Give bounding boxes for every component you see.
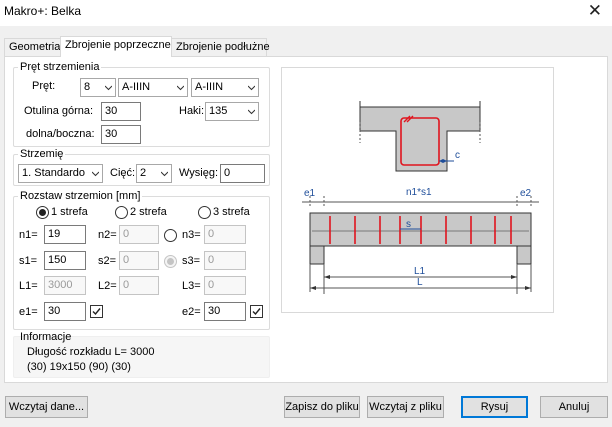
group-strzemie-legend: Strzemię [18,148,66,160]
e2-label: e2= [182,306,201,318]
n2-input[interactable]: 0 [119,225,159,244]
group-pret-legend: Pręt strzemienia [18,61,102,73]
wczytaj-z-pliku-button[interactable]: Wczytaj z pliku [367,396,444,418]
label-c: c [455,150,460,161]
L2-label: L2= [98,280,117,292]
s2-input[interactable]: 0 [119,251,159,270]
dolna-boczna-label: dolna/boczna: [26,128,95,140]
s3-input[interactable]: 0 [204,251,246,270]
tab-geometria[interactable]: Geometria [4,38,61,56]
label-L1: L1 [414,266,426,277]
radio-strefa-1[interactable] [36,206,49,219]
s1-input[interactable]: 150 [44,251,86,270]
e1-label: e1= [19,306,38,318]
steel-2-value: A-IIIN [195,81,224,93]
steel-select-2[interactable]: A-IIIN [191,78,259,97]
strzemie-type-value: 1. Standardo [22,167,85,179]
strefa-1-label: 1 strefa [51,206,88,218]
dolna-boczna-input[interactable]: 30 [101,125,141,144]
wysieg-label: Wysięg: [179,167,219,179]
pret-label: Pręt: [32,80,56,92]
group-informacje: Informacje Długość rozkładu L= 3000 (30)… [13,331,270,378]
label-s: s [406,219,411,230]
haki-value: 135 [209,105,228,117]
window-title: Makro+: Belka [4,4,82,18]
n2-label: n2= [98,229,117,241]
ciec-select[interactable]: 2 [136,164,172,183]
wczytaj-dane-button[interactable]: Wczytaj dane... [5,396,88,418]
info-line-1: Długość rozkładu L= 3000 [27,346,155,358]
radio-n-s-toggle-2[interactable] [164,255,177,268]
checkmark-icon [252,308,261,316]
group-rozstaw-strzemion: Rozstaw strzemion [mm] 1 strefa 2 strefa… [13,190,270,330]
radio-n-s-toggle-1[interactable] [164,229,177,242]
anuluj-button[interactable]: Anuluj [540,396,608,418]
L1-input[interactable]: 3000 [44,276,86,295]
n1-input[interactable]: 19 [44,225,86,244]
radio-strefa-2[interactable] [115,206,128,219]
label-L: L [417,277,423,288]
pret-select[interactable]: 8 [80,78,116,97]
group-informacje-legend: Informacje [20,331,72,343]
e2-input[interactable]: 30 [204,302,246,321]
info-line-2: (30) 19x150 (90) (30) [27,361,131,373]
group-pret-strzemienia: Pręt strzemienia Pręt: 8 A-IIIN A-IIIN O… [13,61,270,147]
haki-select[interactable]: 135 [205,102,259,121]
close-icon[interactable]: ✕ [588,1,602,21]
chevron-down-icon [248,85,255,91]
steel-select-1[interactable]: A-IIIN [118,78,188,97]
chevron-down-icon [92,171,99,177]
label-n1s1: n1*s1 [406,187,432,198]
L3-label: L3= [182,280,201,292]
L1-label: L1= [19,280,38,292]
rysuj-button[interactable]: Rysuj [461,396,528,418]
cross-section: c [359,101,481,172]
e1-checkbox[interactable] [90,305,103,318]
title-bar: Makro+: Belka ✕ [0,0,612,26]
ciec-label: Cięć: [110,167,136,179]
e1-input[interactable]: 30 [44,302,86,321]
label-e2: e2 [520,188,532,199]
dialog-body: Geometria Zbrojenie poprzeczne Zbrojenie… [0,26,612,427]
chevron-down-icon [105,85,112,91]
e2-checkbox[interactable] [250,305,263,318]
chevron-down-icon [161,171,168,177]
otulina-gorna-label: Otulina górna: [24,105,94,117]
otulina-gorna-input[interactable]: 30 [101,102,141,121]
n1-label: n1= [19,229,38,241]
beam-diagram: c e1 n1*s1 e2 s L1 L [281,67,554,313]
strzemie-type-select[interactable]: 1. Standardo [18,164,103,183]
L2-input[interactable]: 0 [119,276,159,295]
group-rozstaw-legend: Rozstaw strzemion [mm] [18,190,143,202]
L3-input[interactable]: 0 [204,276,246,295]
chevron-down-icon [248,109,255,115]
s1-label: s1= [19,255,38,267]
steel-1-value: A-IIIN [122,81,151,93]
ciec-value: 2 [140,167,147,179]
label-e1: e1 [304,188,316,199]
zapisz-do-pliku-button[interactable]: Zapisz do pliku [284,396,360,418]
tab-panel: Pręt strzemienia Pręt: 8 A-IIIN A-IIIN O… [4,56,608,383]
strefa-2-label: 2 strefa [130,206,167,218]
s3-label: s3= [182,255,201,267]
beam-diagram-svg: c e1 n1*s1 e2 s L1 L [302,101,539,294]
haki-label: Haki: [179,105,205,117]
radio-strefa-3[interactable] [198,206,211,219]
n3-label: n3= [182,229,201,241]
s2-label: s2= [98,255,117,267]
group-strzemie: Strzemię 1. Standardo Cięć: 2 Wysięg: 0 [13,148,270,186]
strefa-3-label: 3 strefa [213,206,250,218]
checkmark-icon [92,308,101,316]
chevron-down-icon [177,85,184,91]
tab-zbrojenie-poprzeczne[interactable]: Zbrojenie poprzeczne [60,36,172,57]
wysieg-input[interactable]: 0 [220,164,265,183]
n3-input[interactable]: 0 [204,225,246,244]
tab-zbrojenie-podluzne[interactable]: Zbrojenie podłużne [171,38,270,56]
pret-value: 8 [84,81,91,93]
